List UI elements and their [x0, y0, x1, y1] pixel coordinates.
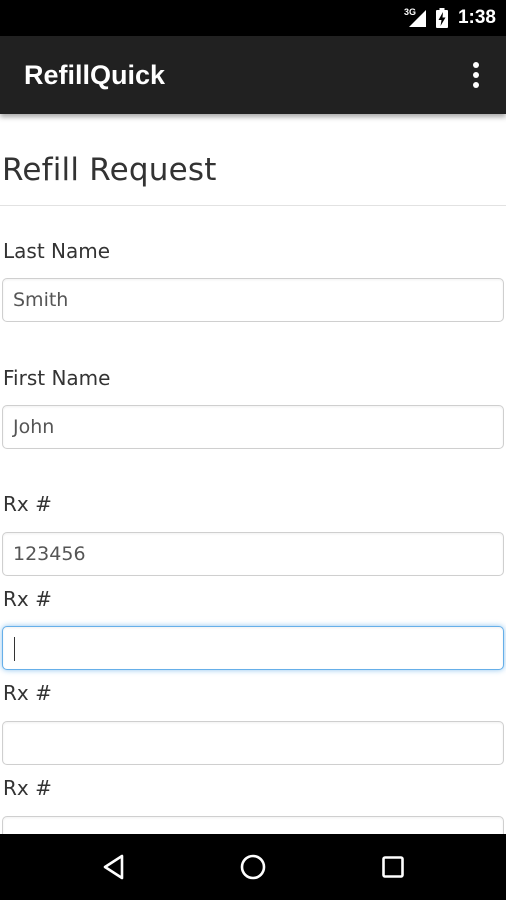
back-triangle-icon[interactable] [94, 847, 134, 887]
rx-number-input-4[interactable] [2, 816, 504, 834]
rx-number-input-3[interactable] [2, 721, 504, 765]
rx-number-label-2: Rx # [3, 587, 52, 611]
rx-number-input-1[interactable]: 123456 [2, 532, 504, 576]
form-content: Refill Request Last Name Smith First Nam… [0, 114, 506, 834]
status-icons: 3G 1:38 [404, 0, 496, 36]
first-name-label: First Name [3, 366, 111, 390]
rx-number-label-3: Rx # [3, 681, 52, 705]
last-name-label: Last Name [3, 239, 111, 263]
rx-number-label-1: Rx # [3, 492, 52, 516]
rx-number-label-4: Rx # [3, 776, 52, 800]
page-title: Refill Request [2, 152, 217, 188]
more-vert-icon[interactable] [464, 61, 488, 89]
home-circle-icon[interactable] [233, 847, 273, 887]
app-title: RefillQuick [24, 60, 166, 90]
navigation-bar [0, 834, 506, 900]
rx-number-input-2[interactable] [2, 626, 504, 670]
status-time: 1:38 [457, 7, 496, 28]
signal-icon: 3G [404, 7, 428, 29]
last-name-input[interactable]: Smith [2, 278, 504, 322]
app-bar: RefillQuick [0, 36, 506, 114]
app-screen: 3G 1:38 RefillQuick Refill Request Last … [0, 0, 506, 900]
status-bar: 3G 1:38 [0, 0, 506, 36]
battery-icon [435, 8, 448, 28]
text-cursor [14, 636, 15, 661]
recents-square-icon[interactable] [373, 847, 413, 887]
title-divider [0, 205, 506, 206]
first-name-input[interactable]: John [2, 405, 504, 449]
